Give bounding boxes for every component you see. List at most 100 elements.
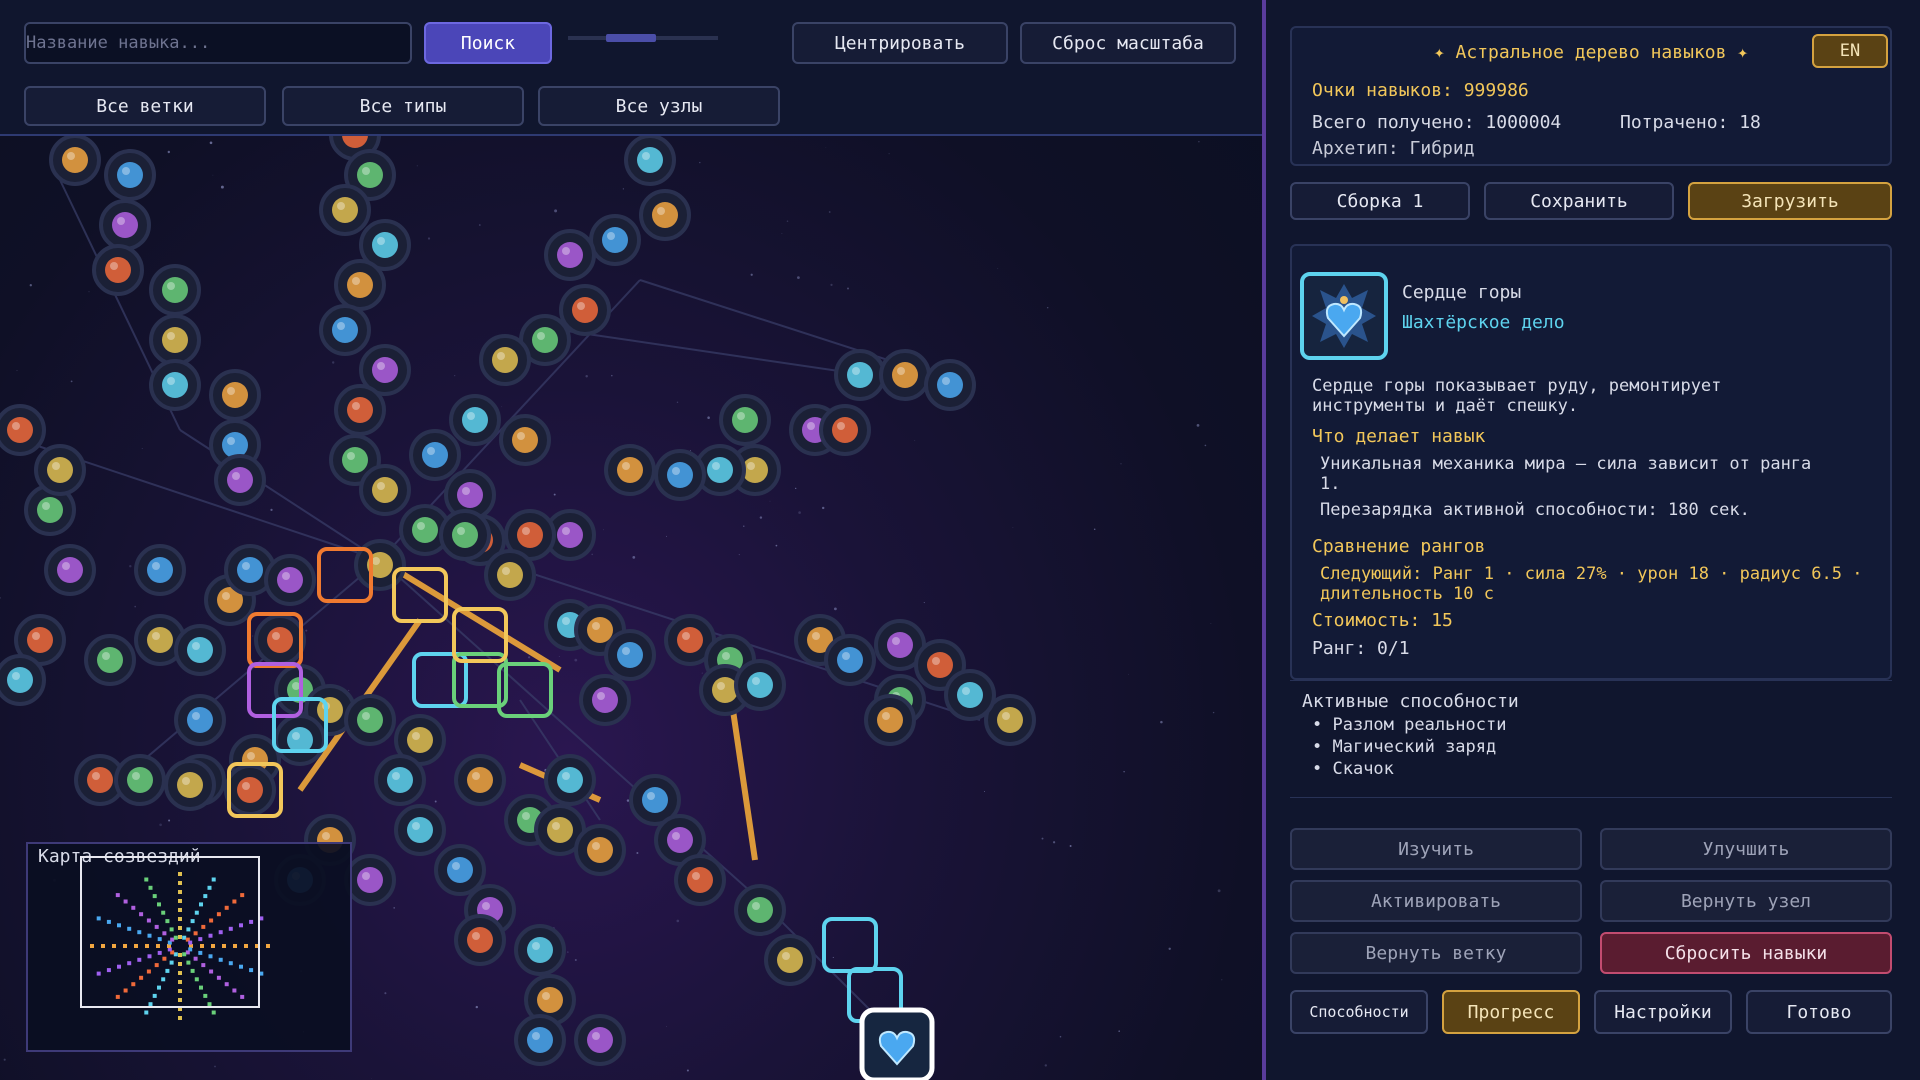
- skill-node-shine: [457, 527, 465, 535]
- background-star: [795, 487, 797, 490]
- skill-node-glyph: [105, 257, 131, 283]
- tab-progress[interactable]: Прогресс: [1442, 990, 1580, 1034]
- background-star: [786, 220, 789, 222]
- reset-zoom-button[interactable]: Сброс масштаба: [1020, 22, 1236, 64]
- skill-node-glyph: [462, 407, 488, 433]
- background-star: [434, 800, 437, 803]
- skill-node-shine: [562, 247, 570, 255]
- skill-node-glyph: [177, 772, 203, 798]
- skill-node-shine: [517, 432, 525, 440]
- skill-node-glyph: [452, 522, 478, 548]
- skill-node-glyph: [677, 627, 703, 653]
- zoom-slider-thumb[interactable]: [606, 34, 656, 42]
- skill-node-shine: [227, 437, 235, 445]
- background-star: [574, 959, 577, 961]
- background-star: [591, 553, 593, 556]
- filter-nodes-select[interactable]: Все узлы: [538, 86, 780, 126]
- skill-node-glyph: [832, 417, 858, 443]
- skill-node-glyph: [887, 632, 913, 658]
- search-button[interactable]: Поиск: [424, 22, 552, 64]
- skill-node-shine: [747, 462, 755, 470]
- background-star: [822, 506, 825, 510]
- zoom-slider[interactable]: [568, 34, 718, 42]
- skill-node-glyph: [667, 827, 693, 853]
- skill-node-glyph: [372, 477, 398, 503]
- constellation-minimap[interactable]: Карта созвездий: [26, 842, 352, 1052]
- refund-node-button[interactable]: Вернуть узел: [1600, 880, 1892, 922]
- skill-tree-viewport[interactable]: Поиск Центрировать Сброс масштаба Все ве…: [0, 0, 1262, 1080]
- skill-node-shine: [122, 167, 130, 175]
- skill-node-glyph: [602, 227, 628, 253]
- skill-node-glyph: [467, 927, 493, 953]
- skill-node-shine: [562, 617, 570, 625]
- background-star: [738, 554, 740, 556]
- filter-branches-select[interactable]: Все ветки: [24, 86, 266, 126]
- background-star: [1128, 673, 1129, 675]
- upgrade-button[interactable]: Улучшить: [1600, 828, 1892, 870]
- tab-settings[interactable]: Настройки: [1594, 990, 1732, 1034]
- background-star: [798, 511, 801, 514]
- refund-branch-button[interactable]: Вернуть ветку: [1290, 932, 1582, 974]
- background-star: [828, 211, 831, 213]
- learn-button[interactable]: Изучить: [1290, 828, 1582, 870]
- skill-node-shine: [472, 932, 480, 940]
- skill-node-shine: [42, 502, 50, 510]
- skill-node-glyph: [27, 627, 53, 653]
- load-build-button[interactable]: Загрузить: [1688, 182, 1892, 220]
- skill-node-shine: [712, 462, 720, 470]
- skill-node-shine: [110, 262, 118, 270]
- background-star: [212, 174, 214, 176]
- minimap-viewport-frame[interactable]: [80, 856, 260, 1008]
- skill-node-shine: [782, 952, 790, 960]
- background-star: [1012, 527, 1014, 528]
- skill-node-glyph: [447, 857, 473, 883]
- background-star: [1221, 979, 1223, 981]
- skill-node-shine: [622, 647, 630, 655]
- skill-node-glyph: [97, 647, 123, 673]
- skill-node-glyph: [747, 897, 773, 923]
- background-star: [141, 447, 143, 449]
- background-star: [305, 629, 308, 632]
- skill-node-glyph: [732, 407, 758, 433]
- skill-node-glyph: [997, 707, 1023, 733]
- skill-node-glyph: [162, 277, 188, 303]
- skill-search-input[interactable]: [24, 22, 412, 64]
- save-build-button[interactable]: Сохранить: [1484, 182, 1674, 220]
- activate-button[interactable]: Активировать: [1290, 880, 1582, 922]
- active-abilities-section: Активные способности • Разлом реальности…: [1290, 680, 1892, 798]
- skill-node-glyph: [332, 197, 358, 223]
- filter-types-select[interactable]: Все типы: [282, 86, 524, 126]
- background-star: [666, 535, 667, 537]
- skill-node-shine: [452, 862, 460, 870]
- skill-node-shine: [427, 447, 435, 455]
- skill-node-shine: [892, 637, 900, 645]
- skill-node-shine: [242, 562, 250, 570]
- what-it-does-line-2: Перезарядка активной способности: 180 се…: [1320, 500, 1750, 520]
- skill-node-glyph: [587, 1027, 613, 1053]
- skill-node-glyph: [547, 817, 573, 843]
- skill-node-glyph: [557, 767, 583, 793]
- center-button[interactable]: Центрировать: [792, 22, 1008, 64]
- skill-node-glyph: [332, 317, 358, 343]
- skill-node-glyph: [372, 232, 398, 258]
- skill-node-shine: [622, 462, 630, 470]
- skill-node-shine: [842, 652, 850, 660]
- background-star: [1198, 141, 1200, 143]
- minimap-star: [211, 1010, 216, 1015]
- skill-node-shine: [352, 402, 360, 410]
- skill-node-glyph: [587, 837, 613, 863]
- build-select-button[interactable]: Сборка 1: [1290, 182, 1470, 220]
- language-toggle-button[interactable]: EN: [1812, 34, 1888, 68]
- reset-skills-button[interactable]: Сбросить навыки: [1600, 932, 1892, 974]
- background-star: [1123, 770, 1125, 773]
- background-star: [554, 209, 558, 213]
- background-star: [676, 401, 679, 404]
- skill-node-glyph: [7, 417, 33, 443]
- background-star: [689, 450, 691, 452]
- skill-node-glyph: [57, 557, 83, 583]
- skill-node-shine: [247, 752, 255, 760]
- background-star: [686, 1069, 689, 1072]
- tab-abilities[interactable]: Способности: [1290, 990, 1428, 1034]
- done-button[interactable]: Готово: [1746, 990, 1892, 1034]
- skill-node-shine: [377, 482, 385, 490]
